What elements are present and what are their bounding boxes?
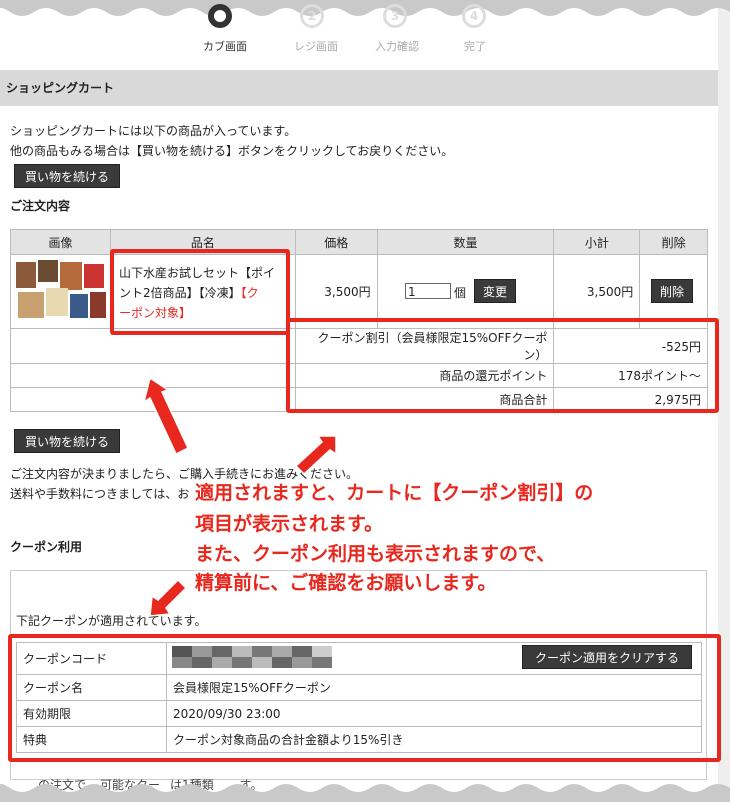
annotation-line-1: 適用されますと、カートに【クーポン割引】の — [195, 482, 594, 504]
annotation-line-3: また、クーポン利用も表示されますので、 — [195, 543, 556, 565]
annotation-arrows — [142, 376, 337, 617]
annotation-line-4: 精算前に、ご確認をお願いします。 — [195, 572, 497, 594]
arrow-up-left-icon — [142, 376, 189, 456]
arrow-down-left-icon — [149, 578, 188, 617]
arrow-up-right-icon — [294, 435, 337, 476]
annotation-line-2: 項目が表示されます。 — [195, 513, 384, 535]
